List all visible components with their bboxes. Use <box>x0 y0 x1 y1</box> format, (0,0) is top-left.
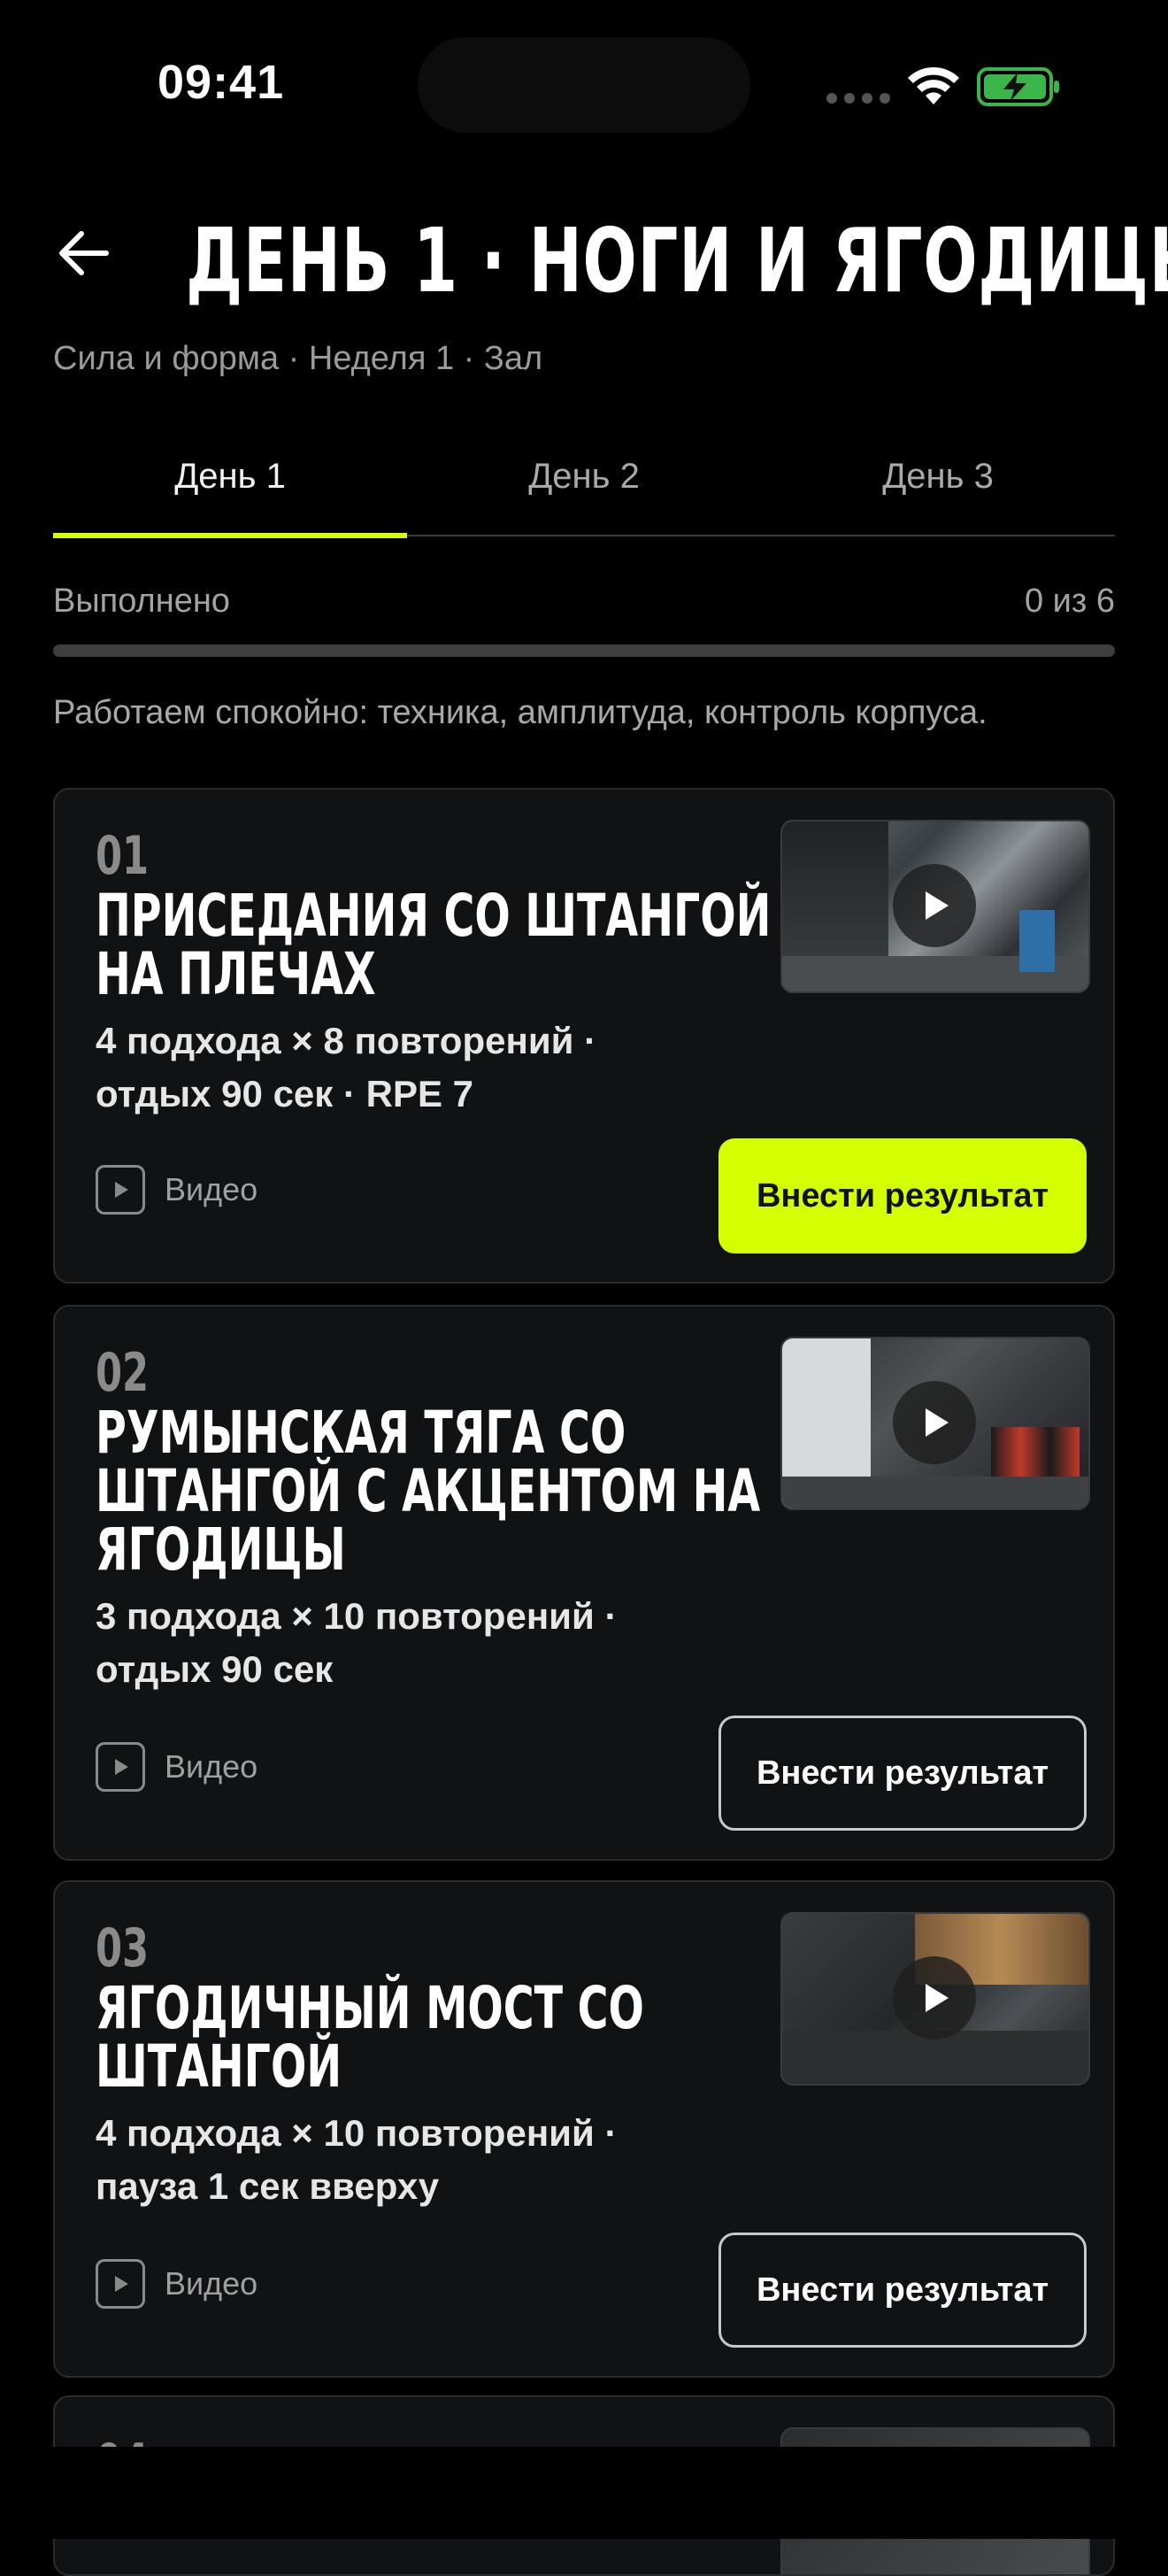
page-title: ДЕНЬ 1 · НОГИ И ЯГОДИЦЫ <box>186 209 1168 312</box>
exercise-description: 4 подхода × 8 повторений · отдых 90 сек ·… <box>96 1020 597 1114</box>
progress-label: Выполнено <box>53 582 230 620</box>
video-link[interactable]: Видео <box>96 1742 257 1792</box>
video-label: Видео <box>165 1748 258 1785</box>
video-play-icon <box>96 1165 145 1215</box>
play-icon[interactable] <box>893 1381 976 1464</box>
exercise-number: 03 <box>96 1917 150 1979</box>
exercise-description: 3 подхода × 10 повторений · отдых 90 сек <box>96 1595 618 1690</box>
exercise-card[interactable]: 02 РУМЫНСКАЯ ТЯГА СО ШТАНГОЙ С АКЦЕНТОМ Н… <box>53 1305 1115 1861</box>
exercise-video-thumbnail[interactable] <box>780 820 1090 993</box>
exercise-video-thumbnail[interactable] <box>780 1337 1090 1510</box>
back-arrow-icon[interactable] <box>55 227 111 280</box>
tab-day-1[interactable]: День 1 <box>53 450 407 538</box>
video-play-icon <box>96 1742 145 1792</box>
tab-day-3[interactable]: День 3 <box>761 450 1115 535</box>
log-result-button[interactable]: Внести результат <box>718 1138 1087 1253</box>
play-icon[interactable] <box>893 864 976 947</box>
dynamic-island <box>418 37 750 133</box>
video-label: Видео <box>165 1171 258 1207</box>
exercise-video-thumbnail[interactable] <box>780 1912 1090 2086</box>
bottom-safe-area <box>0 2447 1168 2539</box>
log-result-button[interactable]: Внести результат <box>718 1716 1087 1831</box>
day-tabs: День 1 День 2 День 3 <box>53 450 1115 538</box>
signal-icon <box>826 93 890 104</box>
progress-bar <box>53 644 1115 657</box>
battery-charging-icon <box>977 67 1059 106</box>
video-label: Видео <box>165 2265 258 2302</box>
workout-note: Работаем спокойно: техника, амплитуда, к… <box>53 694 987 731</box>
exercise-title: РУМЫНСКАЯ ТЯГА СО ШТАНГОЙ С АКЦЕНТОМ НА ЯГ… <box>96 1399 761 1584</box>
video-link[interactable]: Видео <box>96 1165 257 1215</box>
exercise-card[interactable]: 03 ЯГОДИЧНЫЙ МОСТ СО ШТАНГОЙ 4 подхода × … <box>53 1880 1115 2378</box>
video-link[interactable]: Видео <box>96 2259 257 2309</box>
page-subtitle: Сила и форма · Неделя 1 · Зал <box>53 340 543 377</box>
exercise-title: ПРИСЕДАНИЯ СО ШТАНГОЙ НА ПЛЕЧАХ <box>96 882 772 1008</box>
log-result-button[interactable]: Внести результат <box>718 2233 1087 2348</box>
play-icon[interactable] <box>893 1956 976 2040</box>
exercise-number: 02 <box>96 1342 150 1404</box>
exercise-card[interactable]: 01 ПРИСЕДАНИЯ СО ШТАНГОЙ НА ПЛЕЧАХ 4 подх… <box>53 788 1115 1284</box>
exercise-title: ЯГОДИЧНЫЙ МОСТ СО ШТАНГОЙ <box>96 1974 644 2101</box>
status-time: 09:41 <box>158 56 285 109</box>
progress-count: 0 из 6 <box>1024 582 1115 620</box>
exercise-number: 01 <box>96 825 150 887</box>
tab-day-2[interactable]: День 2 <box>407 450 761 535</box>
video-play-icon <box>96 2259 145 2309</box>
wifi-icon <box>908 66 959 104</box>
exercise-description: 4 подхода × 10 повторений · пауза 1 сек в… <box>96 2112 618 2207</box>
